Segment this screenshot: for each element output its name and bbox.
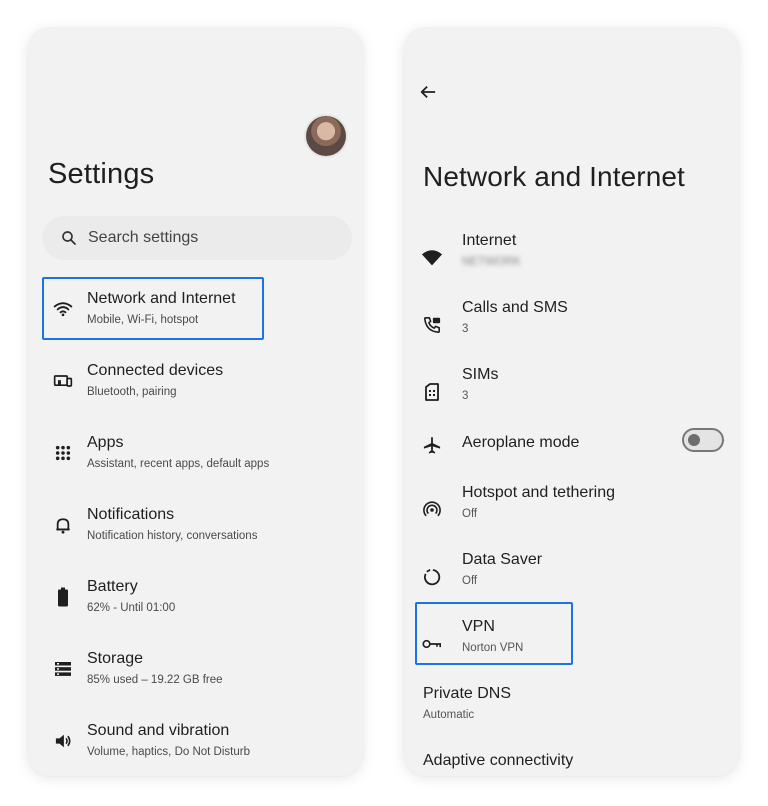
network-item-label: Private DNS [423,685,512,702]
storage-icon [52,658,74,680]
network-panel: Network and Internet Internet NETWORK Ca… [404,28,739,776]
settings-item-storage[interactable]: Storage 85% used – 19.22 GB free [42,638,342,700]
network-item-subtitle: 3 [462,390,469,402]
search-input[interactable] [88,229,308,247]
settings-item-subtitle: Volume, haptics, Do Not Disturb [87,746,250,758]
toggle-knob [688,434,700,446]
network-item-subtitle: Off [462,508,478,520]
apps-grid-icon [52,442,74,464]
airplane-icon [420,433,444,457]
network-item-subtitle: 3 [462,323,469,335]
network-item-data-saver[interactable]: Data Saver Off [416,547,736,609]
settings-item-label: Sound and vibration [87,722,230,739]
settings-item-notifications[interactable]: Notifications Notification history, conv… [42,494,342,556]
settings-item-subtitle: Bluetooth, pairing [87,386,177,398]
connected-devices-icon [52,370,74,392]
network-item-label: Internet [462,232,517,249]
network-item-subtitle: Off [462,575,478,587]
network-item-subtitle: Automatic [423,709,475,721]
network-item-label: SIMs [462,366,499,383]
data-saver-icon [420,565,444,589]
settings-item-battery[interactable]: Battery 62% - Until 01:00 [42,566,342,628]
network-item-label: Adaptive connectivity [423,752,574,769]
page-title: Settings [48,158,155,190]
settings-item-label: Storage [87,650,144,667]
network-item-internet[interactable]: Internet NETWORK [416,228,736,290]
settings-item-sound[interactable]: Sound and vibration Volume, haptics, Do … [42,710,342,772]
network-item-label: Hotspot and tethering [462,484,615,501]
wifi-signal-icon [420,246,444,270]
phone-sms-icon [420,313,444,337]
settings-item-subtitle: Notification history, conversations [87,530,258,542]
settings-panel: Settings Network and Internet Mobile, Wi… [28,28,363,776]
hotspot-icon [420,498,444,522]
bell-icon [52,514,74,536]
network-highlight-box [42,277,264,340]
settings-item-connected-devices[interactable]: Connected devices Bluetooth, pairing [42,350,342,412]
settings-item-subtitle: Assistant, recent apps, default apps [87,458,270,470]
settings-item-subtitle: 62% - Until 01:00 [87,602,176,614]
battery-icon [52,586,74,608]
network-item-subtitle: NETWORK [462,256,521,268]
network-item-private-dns[interactable]: Private DNS Automatic [416,681,736,743]
settings-item-label: Battery [87,578,138,595]
network-item-hotspot[interactable]: Hotspot and tethering Off [416,480,736,542]
settings-item-subtitle: 85% used – 19.22 GB free [87,674,223,686]
back-arrow-icon[interactable] [416,80,440,104]
settings-item-label: Connected devices [87,362,224,379]
search-bar[interactable] [42,216,352,260]
network-item-sims[interactable]: SIMs 3 [416,362,736,424]
aeroplane-mode-toggle[interactable] [682,428,724,452]
network-item-label: Data Saver [462,551,543,568]
profile-avatar[interactable] [306,116,346,156]
network-item-label: Calls and SMS [462,299,568,316]
settings-item-label: Apps [87,434,124,451]
settings-item-label: Notifications [87,506,175,523]
sim-card-icon [420,380,444,404]
volume-icon [52,730,74,752]
network-item-adaptive-connectivity[interactable]: Adaptive connectivity [416,748,736,776]
page-title: Network and Internet [423,161,685,192]
search-icon [60,229,78,247]
network-item-label: Aeroplane mode [462,434,580,451]
vpn-highlight-box [415,602,573,665]
settings-item-apps[interactable]: Apps Assistant, recent apps, default app… [42,422,342,484]
network-item-calls-sms[interactable]: Calls and SMS 3 [416,295,736,357]
